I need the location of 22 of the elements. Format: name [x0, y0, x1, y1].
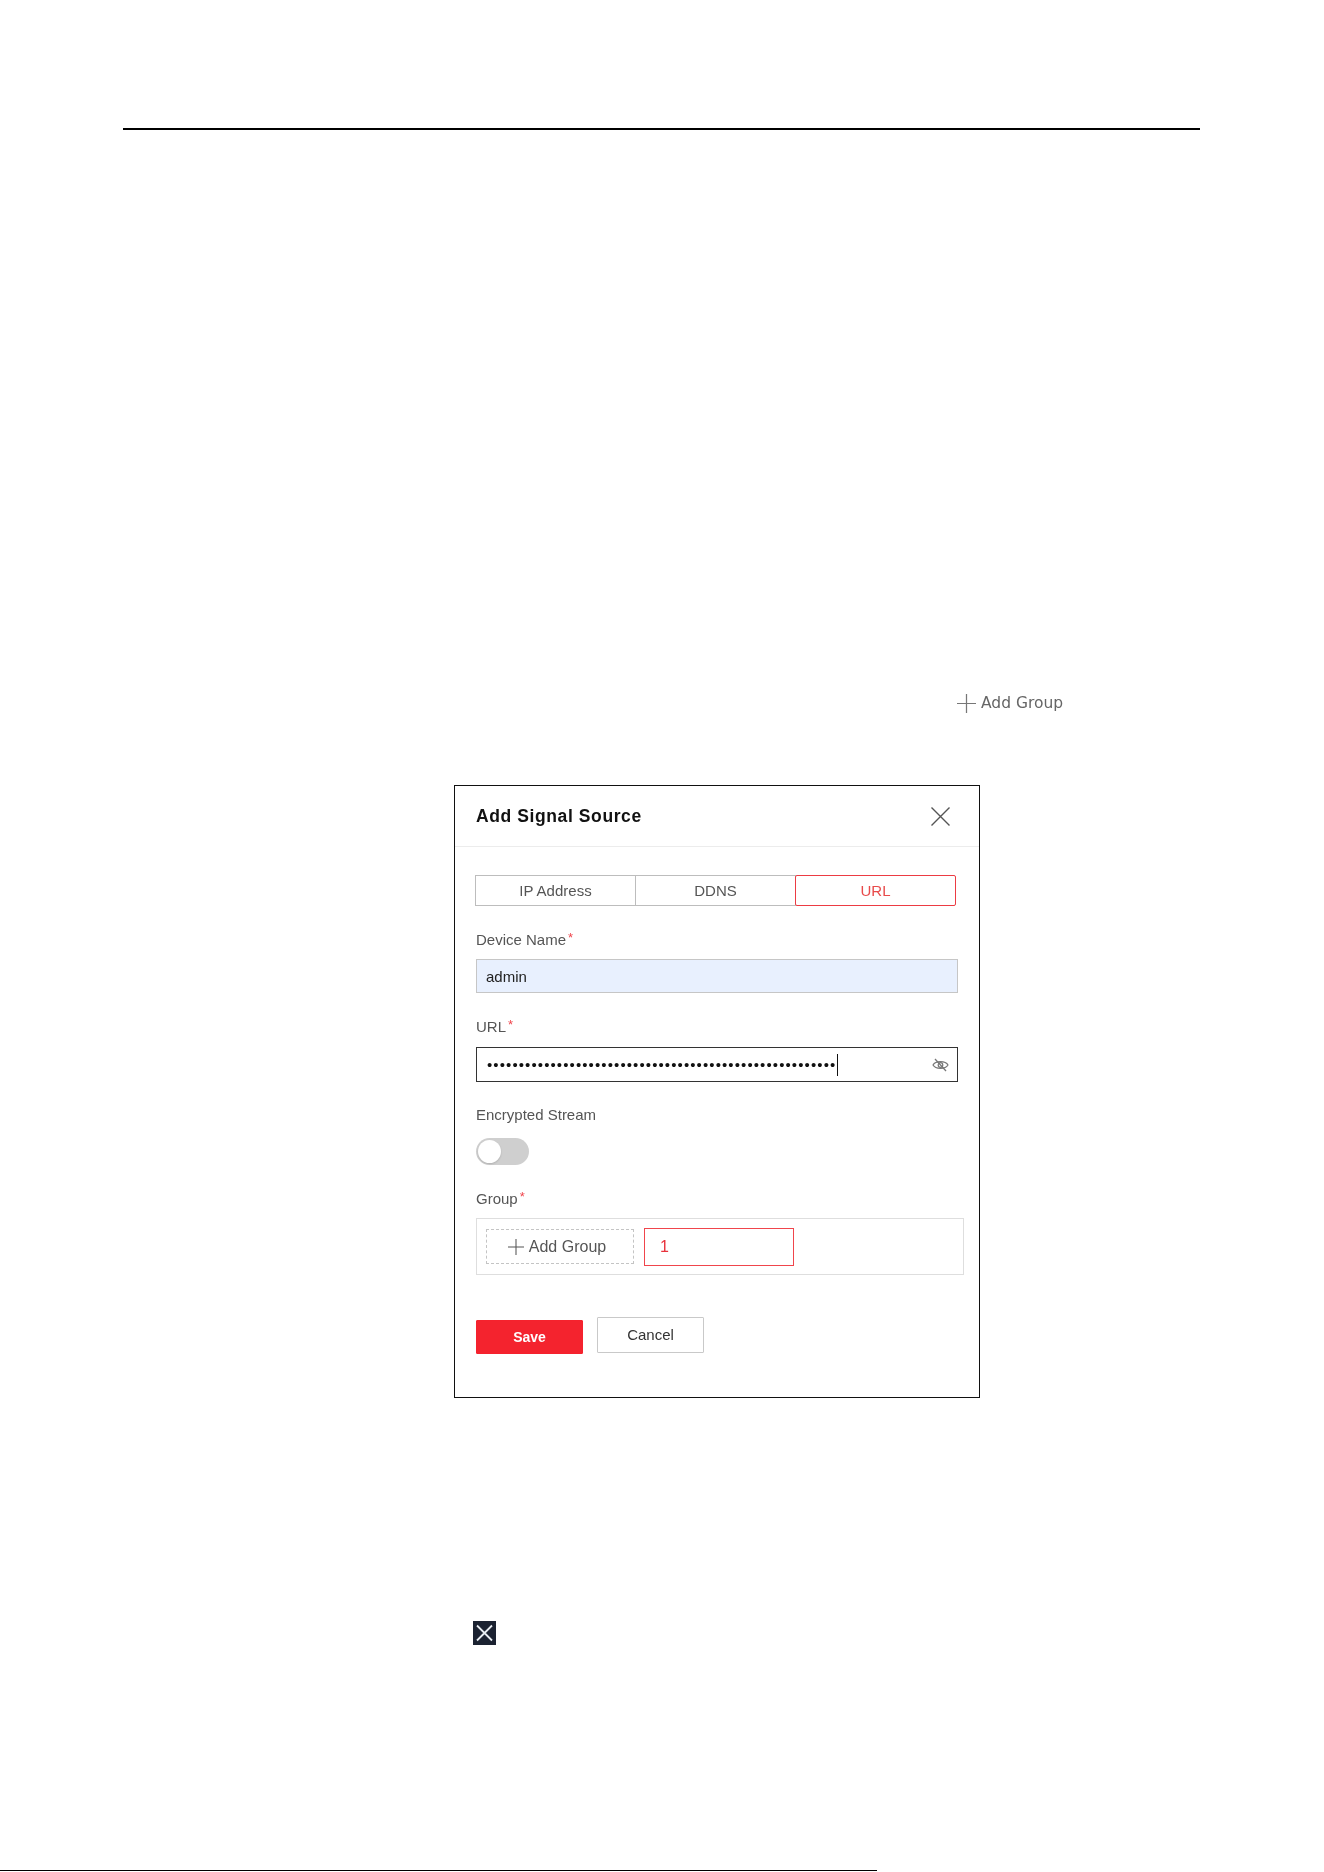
save-button[interactable]: Save: [476, 1319, 583, 1354]
plus-icon: [957, 693, 976, 713]
close-icon[interactable]: [931, 806, 950, 826]
field-label: URL*: [476, 1017, 514, 1037]
text-cursor-icon: [837, 1053, 839, 1076]
input-field[interactable]: admin: [476, 959, 958, 993]
tab[interactable]: URL: [795, 875, 956, 906]
tab[interactable]: IP Address: [475, 875, 636, 906]
field-label: Group*: [476, 1189, 525, 1209]
field-label: Encrypted Stream: [476, 1105, 597, 1125]
field-label: Device Name*: [476, 930, 574, 950]
close-icon: [473, 1621, 496, 1645]
plus-icon: [507, 1238, 524, 1255]
toggle-switch[interactable]: [476, 1138, 529, 1165]
eye-slash-icon[interactable]: [932, 1057, 949, 1072]
cancel-button[interactable]: Cancel: [597, 1316, 704, 1353]
add-group-button[interactable]: Add Group: [486, 1229, 634, 1264]
password-field[interactable]: •••••••••••••••••••••••••••••••••••••••••••••••••••••••: [476, 1047, 958, 1082]
add-group-button[interactable]: Add Group: [957, 693, 1064, 713]
dialog-title: Add Signal Source: [476, 805, 642, 827]
input-field[interactable]: 1: [644, 1228, 794, 1266]
tab[interactable]: DDNS: [635, 875, 796, 906]
